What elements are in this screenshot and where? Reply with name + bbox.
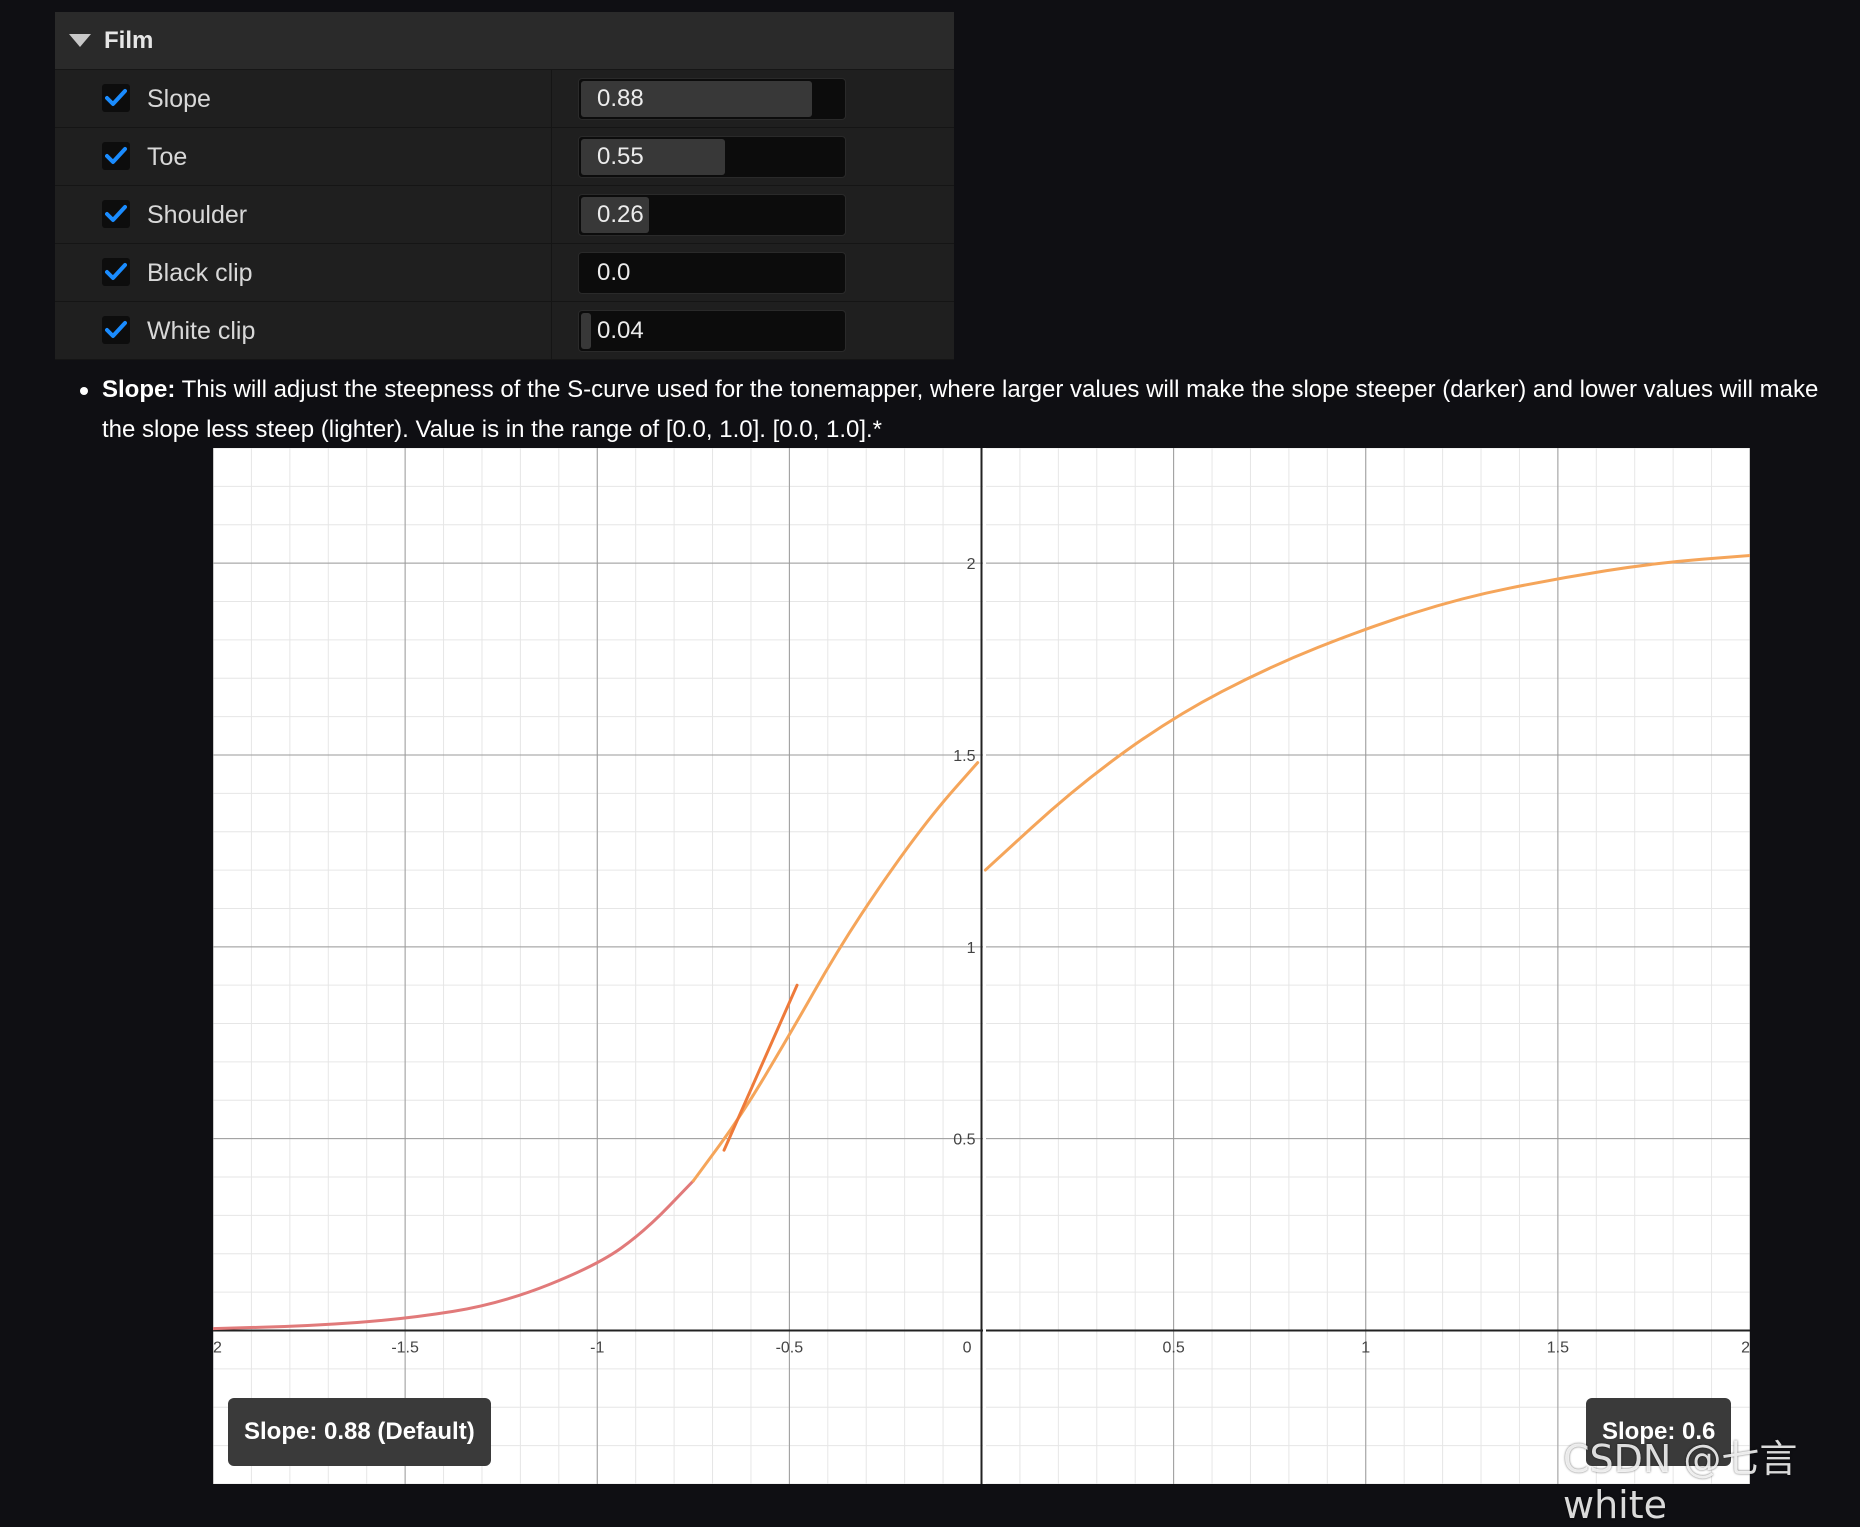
property-label: White clip: [147, 317, 256, 345]
value-text: 0.0: [597, 259, 631, 286]
property-label: Toe: [147, 143, 188, 171]
chart-svg: 2 -1.5 -1 -0.5 0 0.5 1 1.5 2 0.5 1 1.5 2: [213, 448, 1750, 1484]
checkmark-icon: [105, 205, 127, 222]
value-slider-field[interactable]: 0.04: [578, 310, 846, 352]
checkmark-icon: [105, 321, 127, 338]
property-row-slope: Slope 0.88: [55, 70, 954, 128]
checkmark-icon: [105, 147, 127, 164]
csdn-watermark: CSDN @七言white: [1563, 1437, 1798, 1527]
x-tick-label: 2: [213, 1340, 222, 1357]
enable-checkbox[interactable]: [102, 258, 130, 286]
x-tick-label: -1: [590, 1340, 604, 1357]
value-slider-field[interactable]: 0.55: [578, 136, 846, 178]
x-tick-label: 1.5: [1547, 1340, 1569, 1357]
y-tick-label: 0.5: [953, 1132, 975, 1149]
property-row-toe: Toe 0.55: [55, 128, 954, 186]
property-label: Black clip: [147, 259, 253, 287]
x-tick-label: 2: [1741, 1340, 1750, 1357]
checkmark-icon: [105, 263, 127, 280]
enable-checkbox[interactable]: [102, 200, 130, 228]
slope-default-badge: Slope: 0.88 (Default): [228, 1398, 491, 1466]
y-tick-label: 1.5: [953, 748, 975, 765]
x-tick-label: 1: [1361, 1340, 1370, 1357]
column-divider: [551, 302, 552, 359]
property-label: Slope: [147, 85, 211, 113]
enable-checkbox[interactable]: [102, 316, 130, 344]
value-fill-bar: [581, 313, 591, 349]
x-tick-label: 0.5: [1163, 1340, 1185, 1357]
value-text: 0.04: [597, 317, 644, 344]
property-label: Shoulder: [147, 201, 248, 229]
description-text: This will adjust the steepness of the S-…: [102, 376, 1819, 443]
slope-comparison-chart: 2 -1.5 -1 -0.5 0 0.5 1 1.5 2 0.5 1 1.5 2 Slope: 0.88…: [213, 448, 1750, 1484]
x-tick-label: -0.5: [776, 1340, 804, 1357]
bullet-icon: [80, 387, 88, 395]
collapse-triangle-icon[interactable]: [69, 34, 91, 47]
curve-line: [213, 1179, 695, 1331]
y-tick-label: 2: [967, 556, 976, 573]
x-tick-label: 0: [963, 1340, 972, 1357]
value-slider-field[interactable]: 0.26: [578, 194, 846, 236]
checkmark-icon: [105, 89, 127, 106]
enable-checkbox[interactable]: [102, 84, 130, 112]
value-text: 0.55: [597, 143, 644, 170]
column-divider: [551, 244, 552, 301]
column-divider: [551, 70, 552, 127]
section-title: Film: [104, 27, 154, 54]
curve-line: [691, 761, 980, 1183]
description-term: Slope:: [102, 376, 176, 403]
curve-line: [983, 553, 1750, 872]
enable-checkbox[interactable]: [102, 142, 130, 170]
y-tick-label: 1: [967, 940, 976, 957]
column-divider: [551, 186, 552, 243]
value-text: 0.26: [597, 201, 644, 228]
column-divider: [551, 128, 552, 185]
film-section-header[interactable]: Film: [55, 12, 954, 70]
property-row-black-clip: Black clip 0.0: [55, 244, 954, 302]
value-text: 0.88: [597, 85, 644, 112]
property-row-white-clip: White clip 0.04: [55, 302, 954, 360]
curve-line: [722, 983, 799, 1152]
property-row-shoulder: Shoulder 0.26: [55, 186, 954, 244]
x-tick-label: -1.5: [391, 1340, 419, 1357]
value-slider-field[interactable]: 0.0: [578, 252, 846, 294]
value-slider-field[interactable]: 0.88: [578, 78, 846, 120]
film-properties-panel: Film Slope 0.88 Toe 0.55 Shoulder 0.26 Black c…: [55, 12, 954, 360]
